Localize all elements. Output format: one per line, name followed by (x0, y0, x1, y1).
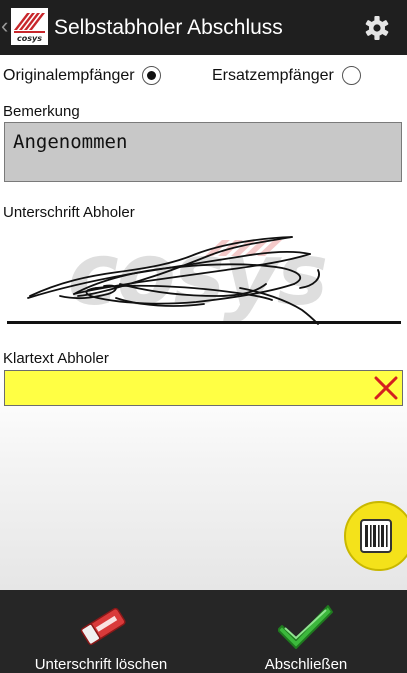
clear-text-label: Klartext Abholer (3, 350, 109, 367)
close-icon[interactable] (372, 374, 400, 402)
clear-signature-button[interactable]: Unterschrift löschen (8, 590, 194, 673)
signature-pad[interactable]: cosys (0, 226, 407, 338)
barcode-scan-button[interactable] (343, 500, 407, 572)
original-recipient-radio[interactable] (142, 66, 161, 85)
remark-field[interactable]: Angenommen (4, 122, 402, 182)
substitute-recipient-radio[interactable] (342, 66, 361, 85)
screen: ‹ cosys Selbstabholer Abschluss Original… (0, 0, 407, 673)
original-recipient-label[interactable]: Originalempfänger (3, 67, 135, 85)
page-title: Selbstabholer Abschluss (54, 16, 283, 39)
signature-label: Unterschrift Abholer (3, 204, 135, 221)
app-logo-icon: cosys (11, 8, 48, 45)
svg-text:cosys: cosys (68, 226, 327, 325)
signature-baseline (7, 321, 401, 324)
clear-text-field[interactable] (4, 370, 403, 406)
bottom-bar: Unterschrift löschen Abschließen (0, 590, 407, 673)
app-bar: ‹ cosys Selbstabholer Abschluss (0, 0, 407, 55)
clear-signature-label: Unterschrift löschen (34, 656, 168, 673)
recipient-selector: Originalempfänger Ersatzempfänger (0, 62, 407, 92)
remark-label: Bemerkung (3, 103, 80, 120)
barcode-icon (360, 519, 392, 553)
finish-label: Abschließen (264, 656, 348, 673)
svg-text:cosys: cosys (17, 34, 42, 43)
checkmark-icon (278, 605, 333, 649)
gear-icon[interactable] (362, 13, 392, 43)
eraser-icon (80, 607, 126, 646)
watermark-logo: cosys (68, 226, 329, 325)
substitute-recipient-label[interactable]: Ersatzempfänger (212, 67, 334, 85)
chevron-left-icon[interactable]: ‹ (1, 15, 8, 37)
finish-button[interactable]: Abschließen (226, 590, 386, 673)
